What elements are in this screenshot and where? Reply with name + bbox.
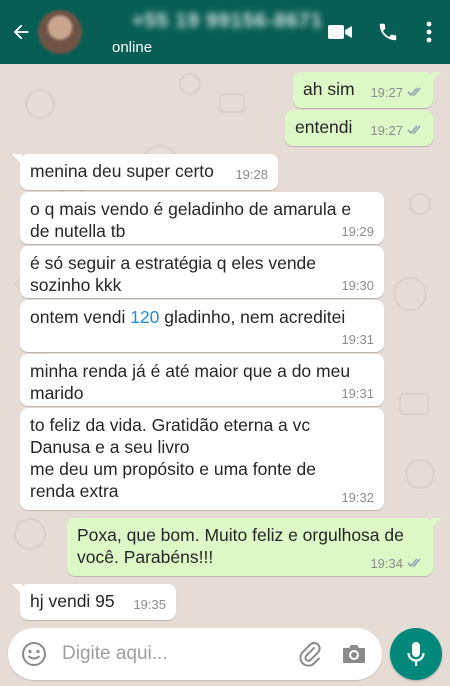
message-time: 19:32 [341,490,374,505]
message-text: menina deu super certo [30,161,214,181]
message-bubble-incoming[interactable]: é só seguir a estratégia q eles vende so… [20,246,384,298]
attach-clip-icon[interactable] [294,638,326,670]
message-meta: 19:27 [370,85,423,101]
message-time: 19:27 [370,85,403,100]
message-text: é só seguir a estratégia q eles vende so… [30,253,317,295]
message-bubble-incoming[interactable]: to feliz da vida. Gratidão eterna a vc D… [20,408,384,510]
message-time: 19:31 [341,386,374,401]
message-time: 19:34 [370,556,403,571]
message-text: minha renda já é até maior que a do meu … [30,361,351,403]
message-time: 19:35 [133,597,166,612]
contact-status: online [112,39,153,56]
message-meta: 19:27 [370,123,423,139]
read-receipt-icon [407,123,423,139]
message-text: ontem vendi 120 gladinho, nem acreditei [30,306,374,328]
message-meta: 19:34 [370,556,423,572]
message-text: hj vendi 95 [30,591,115,611]
message-text-part: gladinho, nem acreditei [159,307,346,327]
message-text: ah sim [303,79,355,99]
message-bubble-incoming[interactable]: menina deu super certo 19:28 [12,154,278,190]
message-bubble-outgoing[interactable]: ah sim 19:27 [293,72,441,108]
message-bubble-incoming[interactable]: ontem vendi 120 gladinho, nem acreditei … [20,300,384,352]
chat-header: +55 19 99156-8671 online [0,0,450,64]
message-bubble-outgoing[interactable]: Poxa, que bom. Muito feliz e orgulhosa d… [67,518,441,576]
message-bubble-incoming[interactable]: o q mais vendo é geladinho de amarula e … [20,192,384,244]
message-bubble-incoming[interactable]: minha renda já é até maior que a do meu … [20,354,384,406]
message-bubble-outgoing[interactable]: entendi 19:27 [285,110,433,146]
microphone-button[interactable] [390,628,442,680]
chat-area[interactable]: ah sim 19:27 entendi 19:27 menina deu su… [0,64,450,624]
message-composer [8,628,382,680]
message-input[interactable] [62,643,294,665]
contact-name[interactable]: +55 19 99156-8671 [132,10,322,33]
contact-info[interactable]: +55 19 99156-8671 online [112,8,322,56]
message-time: 19:29 [341,224,374,239]
camera-icon[interactable] [338,638,370,670]
emoji-icon[interactable] [18,638,50,670]
message-bubble-incoming[interactable]: hj vendi 95 19:35 [12,584,176,620]
message-time: 19:27 [370,123,403,138]
message-text: o q mais vendo é geladinho de amarula e … [30,199,352,241]
microphone-icon [407,642,425,666]
message-text-part: ontem vendi [30,307,131,327]
read-receipt-icon [407,556,423,572]
contact-avatar[interactable] [38,10,82,54]
back-arrow-icon[interactable] [6,12,36,52]
message-time: 19:28 [235,167,268,182]
phone-icon[interactable] [366,10,410,54]
message-time: 19:30 [341,278,374,293]
message-text: to feliz da vida. Gratidão eterna a vc D… [30,415,317,501]
message-text: entendi [295,117,353,137]
message-time: 19:31 [341,332,374,347]
read-receipt-icon [407,85,423,101]
phone-number-link[interactable]: 120 [130,307,159,327]
more-vert-icon[interactable] [416,10,442,54]
video-call-icon[interactable] [318,10,362,54]
